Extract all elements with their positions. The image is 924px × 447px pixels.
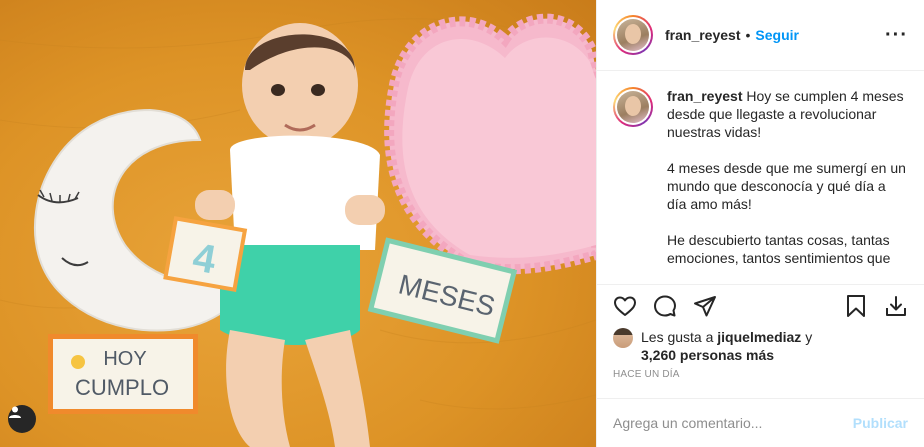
caption-paragraph: He descubierto tantas cosas, tantas emoc… <box>667 232 891 266</box>
instagram-post: 4 MESES HOY CUMPLO fran_reyest • Seguir … <box>0 0 924 447</box>
author-username[interactable]: fran_reyest <box>665 27 741 43</box>
comment-input[interactable] <box>613 415 853 431</box>
caption: fran_reyest Hoy se cumplen 4 meses desde… <box>667 87 908 284</box>
moon-pillow <box>34 108 252 332</box>
likes-prefix: Les gusta a <box>641 329 718 345</box>
save-button[interactable] <box>836 286 876 326</box>
caption-author-avatar[interactable] <box>613 87 653 127</box>
caption-username[interactable]: fran_reyest <box>667 88 743 104</box>
download-button[interactable] <box>876 286 916 326</box>
liker-avatar[interactable] <box>613 328 633 348</box>
more-options-icon[interactable]: ··· <box>885 25 908 45</box>
separator-dot: • <box>745 27 751 43</box>
post-sidebar: fran_reyest • Seguir ··· fran_reyest Hoy… <box>596 0 924 447</box>
post-photo[interactable]: 4 MESES HOY CUMPLO <box>0 0 596 447</box>
share-button[interactable] <box>685 286 725 326</box>
likes-connector: y <box>801 329 813 345</box>
bookmark-icon <box>847 294 865 317</box>
liker-username[interactable]: jiquelmediaz <box>717 329 801 345</box>
post-timestamp[interactable]: Hace un día <box>597 364 924 398</box>
post-header: fran_reyest • Seguir ··· <box>597 0 924 71</box>
likes-count[interactable]: 3,260 personas más <box>641 347 774 363</box>
publish-button[interactable]: Publicar <box>853 415 908 431</box>
likes-text: Les gusta a jiquelmediaz y 3,260 persona… <box>641 328 812 364</box>
tagged-users-button[interactable] <box>8 405 36 433</box>
comment-icon <box>654 295 676 316</box>
number-card: 4 <box>163 216 248 292</box>
add-comment-bar: Publicar <box>597 398 924 447</box>
today-card-line2: CUMPLO <box>75 375 169 400</box>
follow-button[interactable]: Seguir <box>755 27 799 43</box>
heart-pillow <box>384 13 596 275</box>
comment-button[interactable] <box>645 286 685 326</box>
caption-paragraph: 4 meses desde que me sumergí en un mundo… <box>667 160 906 212</box>
today-card: HOY CUMPLO <box>48 334 198 414</box>
likes-summary: Les gusta a jiquelmediaz y 3,260 persona… <box>597 326 924 364</box>
author-avatar[interactable] <box>613 15 653 55</box>
today-card-line1: HOY <box>103 348 146 370</box>
photo-illustration: 4 MESES HOY CUMPLO <box>0 13 596 447</box>
caption-paragraph: fran_reyest Hoy se cumplen 4 meses desde… <box>667 87 908 141</box>
person-icon <box>9 406 21 418</box>
download-tray-icon <box>886 295 906 316</box>
paper-plane-icon <box>694 295 716 316</box>
like-button[interactable] <box>605 286 645 326</box>
heart-icon <box>614 296 636 316</box>
comments-section: fran_reyest Hoy se cumplen 4 meses desde… <box>597 71 924 284</box>
action-bar <box>597 284 924 326</box>
